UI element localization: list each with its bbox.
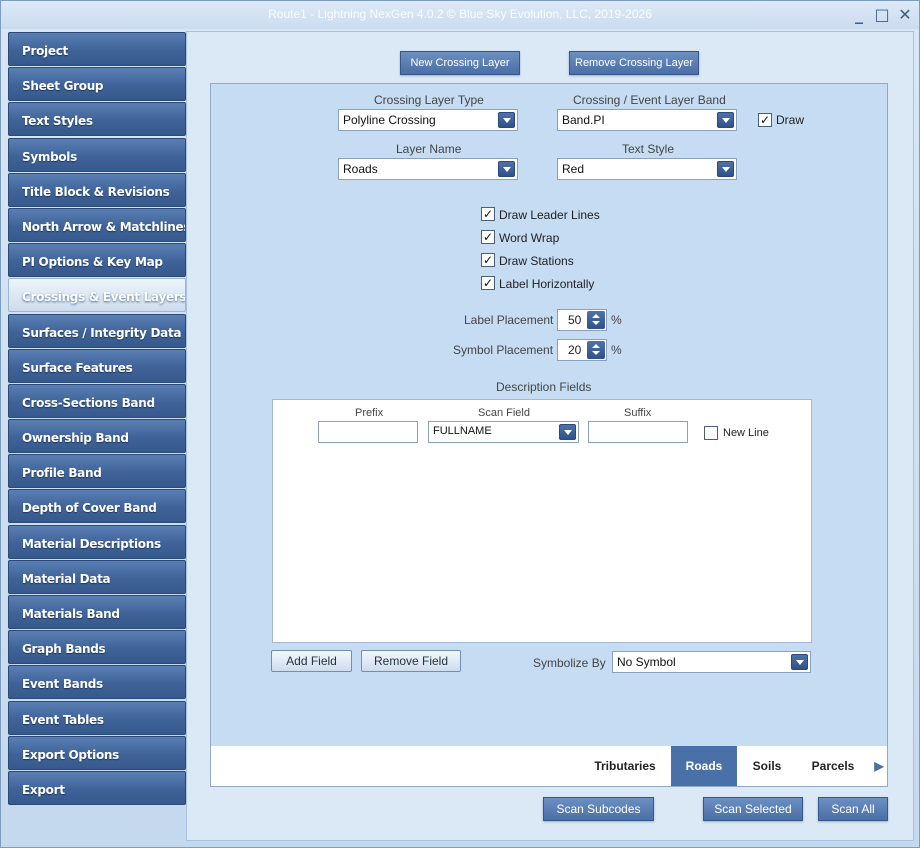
text-style-label: Text Style	[622, 142, 675, 156]
symbolize-by-value: No Symbol	[617, 655, 676, 669]
label-placement-percent: %	[611, 313, 622, 327]
sidebar-item-material-descriptions[interactable]: Material Descriptions	[8, 524, 186, 559]
sidebar: Project Sheet Group Text Styles Symbols …	[8, 32, 186, 806]
word-wrap-checkbox[interactable]: ✓	[481, 230, 495, 244]
prefix-input[interactable]	[318, 421, 418, 443]
sidebar-item-cross-sections[interactable]: Cross-Sections Band	[8, 383, 186, 418]
draw-stations-label: Draw Stations	[499, 254, 574, 268]
chevron-down-icon	[498, 112, 515, 128]
scan-field-label: Scan Field	[478, 407, 530, 419]
chevron-down-icon	[559, 424, 576, 440]
symbol-placement-spinner[interactable]: 20	[557, 339, 607, 361]
sidebar-item-event-bands[interactable]: Event Bands	[8, 665, 186, 700]
tab-soils[interactable]: Soils	[743, 746, 791, 786]
label-horizontally-checkbox[interactable]: ✓	[481, 276, 495, 290]
prefix-label: Prefix	[355, 407, 384, 419]
sidebar-item-depth-of-cover[interactable]: Depth of Cover Band	[8, 489, 186, 524]
symbolize-by-dropdown[interactable]: No Symbol	[612, 651, 811, 673]
symbolize-by-label: Symbolize By	[533, 656, 606, 670]
text-style-dropdown[interactable]: Red	[557, 158, 737, 180]
layer-name-label: Layer Name	[396, 142, 462, 156]
layer-name-dropdown[interactable]: Roads	[338, 158, 518, 180]
panel-scrollbar[interactable]	[873, 85, 887, 745]
sidebar-item-pi-options[interactable]: PI Options & Key Map	[8, 243, 186, 278]
spinner-arrows-icon[interactable]	[587, 341, 605, 359]
chevron-down-icon	[717, 161, 734, 177]
draw-checkbox[interactable]: ✓	[758, 113, 772, 127]
draw-label: Draw	[776, 113, 805, 127]
remove-field-button[interactable]: Remove Field	[361, 650, 461, 672]
sidebar-item-surfaces[interactable]: Surfaces / Integrity Data	[8, 313, 186, 348]
sidebar-item-event-tables[interactable]: Event Tables	[8, 700, 186, 735]
text-style-value: Red	[562, 162, 585, 176]
sidebar-item-project[interactable]: Project	[8, 32, 186, 66]
label-placement-value: 50	[568, 313, 582, 327]
new-line-label: New Line	[723, 427, 769, 439]
sidebar-item-symbols[interactable]: Symbols	[8, 137, 186, 172]
sidebar-item-north-arrow[interactable]: North Arrow & Matchlines	[8, 207, 186, 242]
label-horizontally-label: Label Horizontally	[499, 277, 595, 291]
chevron-down-icon	[498, 161, 515, 177]
crossing-type-label: Crossing Layer Type	[374, 93, 484, 107]
symbol-placement-value: 20	[568, 343, 582, 357]
app-window: Route1 - Lightning NexGen 4.0.2 © Blue S…	[0, 0, 920, 848]
sidebar-item-title-block[interactable]: Title Block & Revisions	[8, 172, 186, 207]
sidebar-item-materials-band[interactable]: Materials Band	[8, 595, 186, 629]
scan-all-button[interactable]: Scan All	[818, 797, 888, 821]
layer-name-value: Roads	[343, 162, 378, 176]
crossing-type-value: Polyline Crossing	[343, 113, 436, 127]
suffix-label: Suffix	[624, 407, 652, 419]
scan-subcodes-button[interactable]: Scan Subcodes	[543, 797, 654, 821]
new-line-checkbox[interactable]	[704, 426, 718, 440]
window-title: Route1 - Lightning NexGen 4.0.2 © Blue S…	[268, 7, 652, 21]
sidebar-item-crossings[interactable]: Crossings & Event Layers	[8, 278, 186, 313]
close-button[interactable]: ✕	[895, 5, 915, 25]
layer-tabs: Tributaries Roads Soils Parcels ▶	[211, 746, 887, 786]
scan-field-dropdown[interactable]: FULLNAME	[428, 421, 579, 443]
minimize-button[interactable]: _	[849, 5, 869, 25]
label-placement-label: Label Placement	[464, 313, 554, 327]
title-bar: Route1 - Lightning NexGen 4.0.2 © Blue S…	[1, 1, 919, 29]
band-value: Band.PI	[562, 113, 605, 127]
sidebar-item-surface-features[interactable]: Surface Features	[8, 348, 186, 383]
tab-roads[interactable]: Roads	[671, 746, 737, 786]
label-placement-spinner[interactable]: 50	[557, 309, 607, 331]
sidebar-item-export[interactable]: Export	[8, 770, 186, 805]
draw-stations-checkbox[interactable]: ✓	[481, 253, 495, 267]
maximize-button[interactable]: □	[872, 5, 892, 25]
band-dropdown[interactable]: Band.PI	[557, 109, 737, 131]
draw-leader-lines-checkbox[interactable]: ✓	[481, 207, 495, 221]
band-label: Crossing / Event Layer Band	[573, 93, 726, 107]
sidebar-item-profile[interactable]: Profile Band	[8, 454, 186, 489]
sidebar-item-material-data[interactable]: Material Data	[8, 559, 186, 594]
chevron-down-icon	[791, 654, 808, 670]
sidebar-item-sheet-group[interactable]: Sheet Group	[8, 67, 186, 102]
spinner-arrows-icon[interactable]	[587, 311, 605, 329]
scan-selected-button[interactable]: Scan Selected	[703, 797, 803, 821]
draw-leader-lines-label: Draw Leader Lines	[499, 208, 600, 222]
sidebar-item-ownership[interactable]: Ownership Band	[8, 419, 186, 454]
description-fields-label: Description Fields	[496, 380, 592, 394]
chevron-down-icon	[717, 112, 734, 128]
suffix-input[interactable]	[588, 421, 688, 443]
sidebar-item-graph-bands[interactable]: Graph Bands	[8, 630, 186, 665]
symbol-placement-percent: %	[611, 343, 622, 357]
symbol-placement-label: Symbol Placement	[453, 343, 554, 357]
scan-field-value: FULLNAME	[433, 425, 492, 437]
new-crossing-layer-button[interactable]: New Crossing Layer	[400, 51, 520, 75]
tab-tributaries[interactable]: Tributaries	[585, 746, 665, 786]
crossing-type-dropdown[interactable]: Polyline Crossing	[338, 109, 518, 131]
word-wrap-label: Word Wrap	[499, 231, 560, 245]
remove-crossing-layer-button[interactable]: Remove Crossing Layer	[569, 51, 699, 75]
tab-parcels[interactable]: Parcels	[807, 746, 859, 786]
tab-scroll-right-icon[interactable]: ▶	[871, 746, 887, 786]
add-field-button[interactable]: Add Field	[271, 650, 352, 672]
sidebar-item-text-styles[interactable]: Text Styles	[8, 102, 186, 137]
sidebar-item-export-options[interactable]: Export Options	[8, 735, 186, 770]
